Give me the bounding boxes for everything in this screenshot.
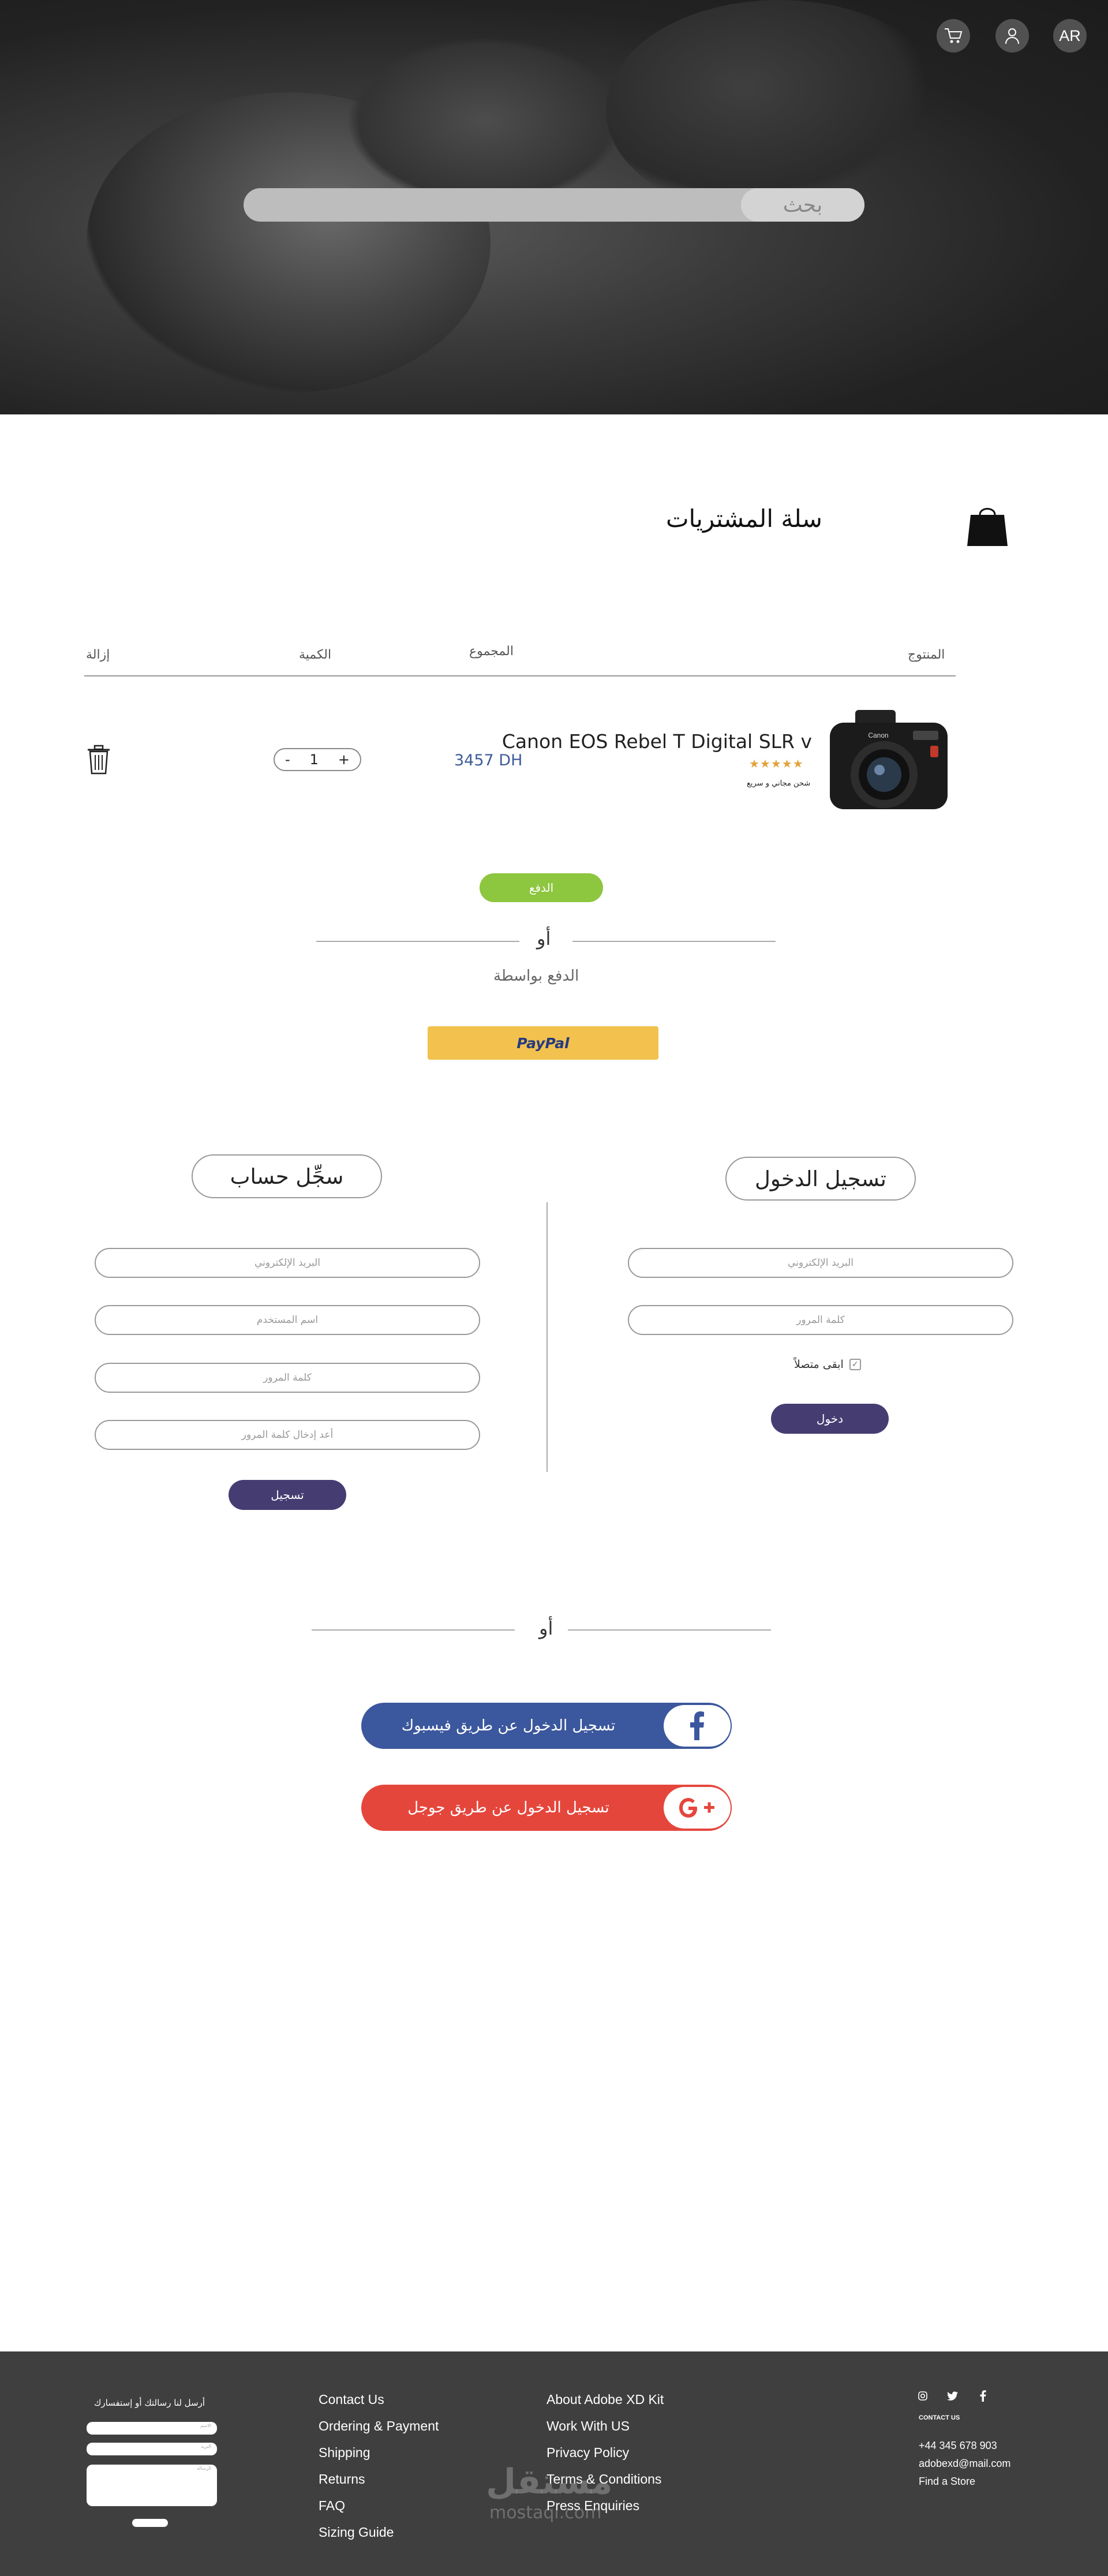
account-button[interactable]: [995, 19, 1029, 53]
footer-message-input[interactable]: الرسالة: [87, 2465, 217, 2506]
footer-link-about[interactable]: About Adobe XD Kit: [546, 2392, 664, 2407]
instagram-icon[interactable]: [918, 2391, 928, 2401]
camera-top-shape: [606, 0, 952, 219]
footer-link-faq[interactable]: FAQ: [319, 2498, 345, 2514]
footer-link-shipping[interactable]: Shipping: [319, 2445, 370, 2461]
user-icon: [1005, 28, 1019, 44]
checkout-button[interactable]: الدفع: [480, 873, 603, 902]
contact-heading: CONTACT US: [919, 2414, 960, 2421]
vertical-divider: [546, 1202, 548, 1472]
product-name[interactable]: Canon EOS Rebel T Digital SLR v: [502, 730, 812, 753]
login-button[interactable]: دخول: [771, 1404, 889, 1434]
login-email-field[interactable]: البريد الإلكتروني: [628, 1248, 1013, 1278]
footer-email-input[interactable]: البريد: [87, 2443, 217, 2455]
footer-link-privacy[interactable]: Privacy Policy: [546, 2445, 629, 2461]
footer-link-ordering[interactable]: Ordering & Payment: [319, 2418, 439, 2434]
footer-form-title: أرسل لنا رسالتك أو إستفسارك: [94, 2398, 205, 2408]
footer-email[interactable]: adobexd@mail.com: [919, 2458, 1010, 2470]
facebook-login-button[interactable]: تسجيل الدخول عن طريق فيسبوك: [361, 1703, 732, 1749]
remember-me[interactable]: ابقى متصلاً ✓: [794, 1358, 861, 1371]
pay-with-label: الدفع بواسطة: [493, 967, 579, 985]
remember-checkbox[interactable]: ✓: [849, 1359, 861, 1370]
footer-name-input[interactable]: الاسم: [87, 2422, 217, 2435]
footer-link-contact[interactable]: Contact Us: [319, 2392, 384, 2407]
register-email-field[interactable]: البريد الإلكتروني: [95, 1248, 480, 1278]
shopping-bag-icon: [967, 508, 1008, 546]
register-button[interactable]: تسجيل: [229, 1480, 346, 1510]
facebook-icon-wrap: [664, 1705, 731, 1747]
register-confirm-password-field[interactable]: أعد إدخال كلمة المرور: [95, 1420, 480, 1450]
header-quantity: الكمية: [299, 648, 332, 662]
register-password-field[interactable]: كلمة المرور: [95, 1363, 480, 1393]
footer-send-button[interactable]: [132, 2519, 168, 2527]
rating-stars: ★★★★★: [749, 757, 804, 771]
increase-button[interactable]: +: [338, 752, 350, 768]
facebook-login-label: تسجيل الدخول عن طريق فيسبوك: [401, 1717, 616, 1734]
shipping-note: شحن مجاني و سريع: [747, 779, 811, 788]
table-header-divider: [84, 675, 956, 676]
social-divider-left: [312, 1629, 515, 1631]
paypal-button[interactable]: PayPal: [428, 1026, 658, 1060]
header-remove: إزالة: [86, 648, 110, 662]
social-divider-right: [568, 1629, 771, 1631]
login-title[interactable]: تسجيل الدخول: [725, 1157, 916, 1201]
google-plus-icon-wrap: [664, 1787, 731, 1829]
footer-link-sizing[interactable]: Sizing Guide: [319, 2525, 394, 2540]
footer-phone: +44 345 678 903: [919, 2440, 997, 2451]
remember-label: ابقى متصلاً: [794, 1358, 844, 1371]
facebook-footer-icon[interactable]: [979, 2390, 986, 2402]
facebook-icon: [690, 1711, 704, 1740]
trash-icon[interactable]: [87, 745, 111, 775]
product-total: 3457 DH: [454, 752, 523, 769]
header-total: المجموع: [469, 644, 514, 659]
quantity-stepper[interactable]: - 1 +: [274, 748, 361, 771]
twitter-icon[interactable]: [947, 2391, 959, 2401]
search-button[interactable]: بحث: [741, 188, 864, 222]
login-password-field[interactable]: كلمة المرور: [628, 1305, 1013, 1335]
search-input[interactable]: بحث: [244, 188, 864, 222]
hero-banner: AR بحث: [0, 0, 1108, 414]
social-or-separator: أو: [539, 1617, 553, 1639]
divider-left: [316, 941, 519, 942]
decrease-button[interactable]: -: [285, 752, 290, 768]
register-username-field[interactable]: اسم المستخدم: [95, 1305, 480, 1335]
footer-find-store[interactable]: Find a Store: [919, 2476, 975, 2488]
quantity-value[interactable]: 1: [310, 752, 319, 768]
watermark-logo: مستقل: [486, 2462, 613, 2502]
cart-icon: [945, 28, 963, 43]
google-plus-icon: [679, 1798, 714, 1818]
or-separator: أو: [537, 928, 551, 949]
google-login-label: تسجيل الدخول عن طريق جوجل: [407, 1799, 609, 1816]
language-button[interactable]: AR: [1053, 19, 1087, 53]
cart-button[interactable]: [937, 19, 970, 53]
cart-title: سلة المشتريات: [665, 504, 822, 533]
register-title[interactable]: سجِّل حساب: [192, 1154, 382, 1198]
product-image: Canon: [830, 710, 948, 809]
footer-link-work[interactable]: Work With US: [546, 2418, 630, 2434]
divider-right: [572, 941, 776, 942]
google-login-button[interactable]: تسجيل الدخول عن طريق جوجل: [361, 1785, 732, 1831]
footer-link-returns[interactable]: Returns: [319, 2472, 365, 2487]
svg-text:Canon: Canon: [868, 731, 888, 739]
header-product: المنتوج: [908, 648, 945, 662]
watermark-url: mostaql.com: [489, 2503, 602, 2523]
